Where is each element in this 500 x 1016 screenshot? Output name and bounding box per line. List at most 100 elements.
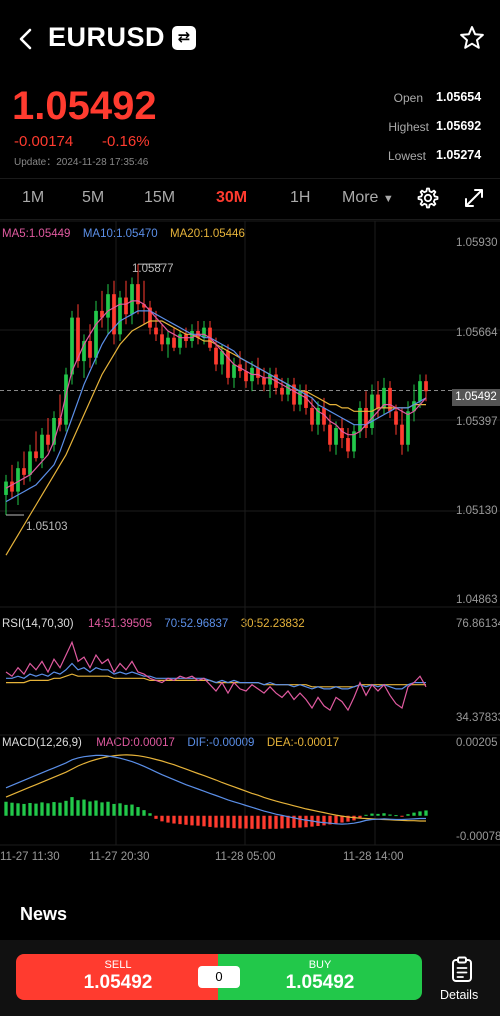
candle-body <box>160 334 164 345</box>
price-axis-label: 1.04863 <box>456 594 498 606</box>
details-label[interactable]: Details <box>440 988 478 1002</box>
candle-body <box>70 317 74 375</box>
candle-body <box>172 337 176 348</box>
macd-histogram-bar <box>232 815 236 829</box>
rsi-axis-label: 34.37833 <box>456 712 500 724</box>
x-axis-label: 11-28 14:00 <box>343 851 404 863</box>
macd-histogram-bar <box>394 815 398 817</box>
macd-axis-label: -0.00078 <box>456 831 500 843</box>
macd-histogram-bar <box>142 810 146 816</box>
macd-histogram-bar <box>10 802 14 816</box>
macd-histogram-bar <box>166 815 170 823</box>
candle-body <box>232 364 236 378</box>
macd-histogram-bar <box>16 803 20 816</box>
candle-body <box>4 481 8 495</box>
candle-body <box>40 434 44 459</box>
ma5-line <box>5 300 427 489</box>
macd-histogram-bar <box>130 804 134 816</box>
macd-histogram-bar <box>304 815 308 828</box>
macd-histogram-bar <box>214 815 218 828</box>
macd-histogram-bar <box>202 815 206 827</box>
price-axis-label: 1.05397 <box>456 416 498 428</box>
macd-histogram-bar <box>136 807 140 816</box>
macd-histogram-bar <box>250 815 254 829</box>
candle-body <box>418 381 422 402</box>
candle-body <box>124 297 128 315</box>
candle-body <box>106 294 110 318</box>
candle-body <box>22 468 26 475</box>
macd-histogram-bar <box>82 799 86 816</box>
macd-histogram-bar <box>34 803 38 816</box>
macd-histogram-bar <box>46 803 50 816</box>
clipboard-icon[interactable] <box>451 956 473 982</box>
trade-bar: SELL 1.05492 BUY 1.05492 0 Details <box>0 940 500 1016</box>
rsi-axis-label: 76.86134 <box>456 618 500 630</box>
dif-line <box>5 754 426 825</box>
macd-histogram-bar <box>424 810 428 816</box>
candle-body <box>28 451 32 475</box>
candle-body <box>46 434 50 445</box>
low-marker-label: 1.05103 <box>26 521 68 533</box>
sell-price: 1.05492 <box>83 972 153 993</box>
macd-axis-label: 0.00205 <box>456 737 498 749</box>
macd-histogram-bar <box>220 815 224 828</box>
sell-button[interactable]: SELL 1.05492 <box>16 954 220 1000</box>
candle-body <box>94 310 98 358</box>
macd-histogram-bar <box>4 801 8 816</box>
macd-histogram-bar <box>370 813 374 816</box>
x-axis-label: 11-27 11:30 <box>0 851 60 863</box>
macd-histogram-bar <box>400 815 404 817</box>
macd-histogram-bar <box>406 814 410 816</box>
news-heading[interactable]: News <box>20 904 67 925</box>
price-axis-label: 1.05664 <box>456 327 498 339</box>
buy-label: BUY <box>308 959 332 971</box>
candle-body <box>310 407 314 425</box>
candle-body <box>376 394 380 408</box>
macd-histogram-bar <box>382 813 386 816</box>
spread-badge: 0 <box>198 966 240 988</box>
macd-histogram-bar <box>178 815 182 825</box>
candle-body <box>400 424 404 445</box>
macd-histogram-bar <box>322 815 326 826</box>
macd-histogram-bar <box>88 801 92 816</box>
macd-histogram-bar <box>100 802 104 816</box>
candle-body <box>16 468 20 492</box>
candle-body <box>10 481 14 492</box>
macd-histogram-bar <box>76 800 80 816</box>
macd-histogram-bar <box>40 802 44 816</box>
candle-body <box>34 451 38 459</box>
macd-histogram-bar <box>244 815 248 829</box>
macd-histogram-bar <box>94 800 98 816</box>
macd-histogram-bar <box>364 814 368 816</box>
candle-body <box>190 330 194 342</box>
macd-histogram-bar <box>160 815 164 822</box>
macd-histogram-bar <box>280 815 284 829</box>
candle-body <box>424 381 428 392</box>
candle-body <box>394 411 398 425</box>
macd-histogram-bar <box>28 802 32 816</box>
candle-body <box>88 341 92 358</box>
macd-histogram-bar <box>52 802 56 816</box>
price-axis-label: 1.05130 <box>456 505 498 517</box>
buy-price: 1.05492 <box>285 972 355 993</box>
candle-body <box>406 411 410 445</box>
macd-histogram-bar <box>112 803 116 816</box>
macd-histogram-bar <box>154 815 158 819</box>
candle-body <box>256 367 260 378</box>
candle-body <box>286 384 290 395</box>
buy-button[interactable]: BUY 1.05492 <box>218 954 422 1000</box>
macd-histogram-bar <box>118 803 122 816</box>
macd-histogram-bar <box>316 815 320 827</box>
macd-histogram-bar <box>22 803 26 816</box>
x-axis-label: 11-28 05:00 <box>215 851 276 863</box>
candle-body <box>262 377 266 385</box>
macd-histogram-bar <box>418 811 422 816</box>
macd-histogram-bar <box>286 815 290 829</box>
kline-chart[interactable] <box>0 0 500 880</box>
candle-body <box>244 371 248 382</box>
macd-histogram-bar <box>238 815 242 829</box>
macd-histogram-bar <box>376 813 380 816</box>
macd-histogram-bar <box>208 815 212 827</box>
macd-histogram-bar <box>196 815 200 826</box>
macd-histogram-bar <box>274 815 278 829</box>
